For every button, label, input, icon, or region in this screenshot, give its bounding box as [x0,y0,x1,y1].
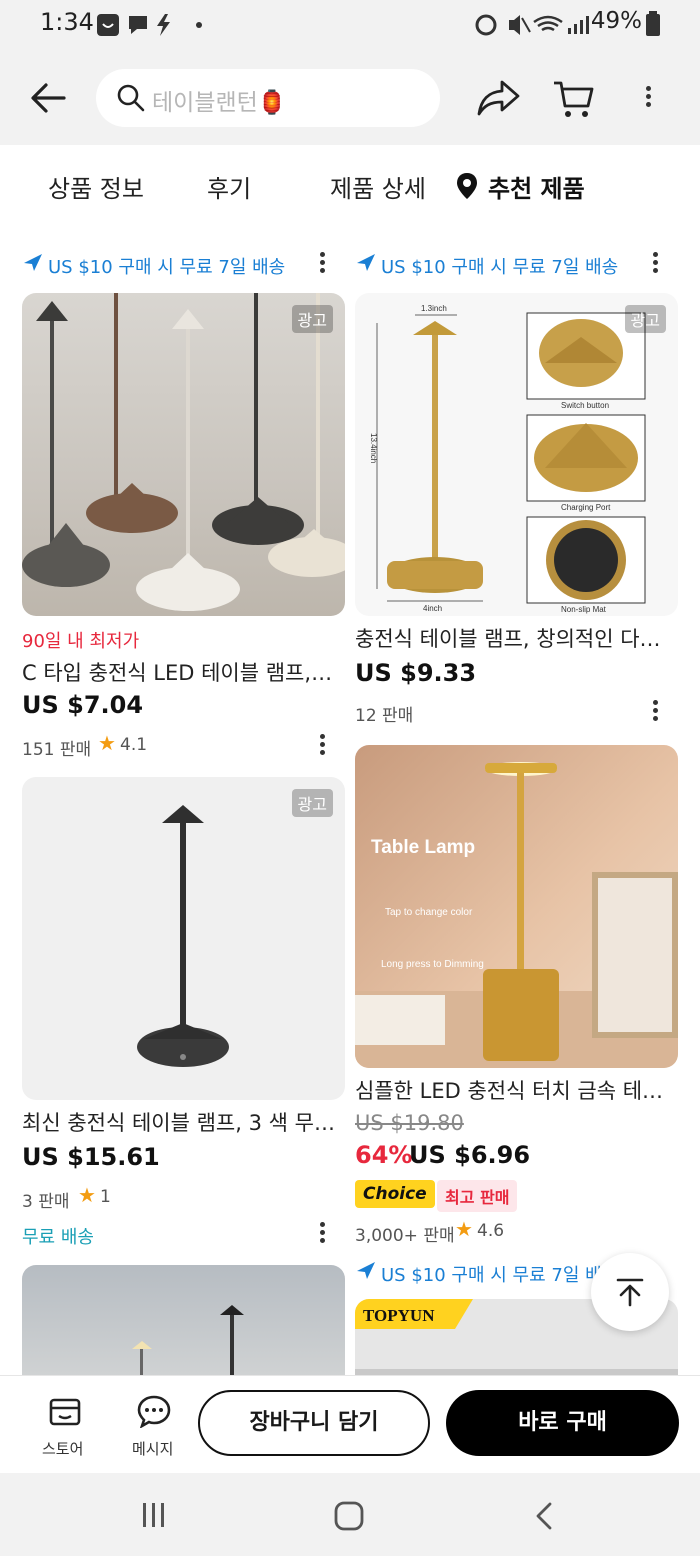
battery-percent: 49% [590,8,642,34]
more-icon[interactable] [645,249,665,277]
shipping-promo: US $10 구매 시 무료 7일 배송 [381,257,619,278]
product-image[interactable] [22,1265,345,1375]
rating: 4.1 [120,735,148,755]
rating: 1 [100,1187,111,1207]
plane-icon [357,1262,375,1279]
lamp-photo [132,1305,244,1375]
ad-label: 광고 [291,305,333,333]
star-icon: ★ [98,731,116,755]
sold-count: 3 판매 [22,1192,70,1212]
search-placeholder: 테이블랜턴🏮 [152,90,287,116]
dim-label-top: 1.3inch [421,304,447,313]
plane-icon [357,254,375,271]
product-image: 1.3inch 13.4inch 4inch Switch button Cha… [355,293,678,616]
product-title: 충전식 테이블 램프, 창의적인 다이닝 테이블 [355,627,671,651]
product-title: 심플한 LED 충전식 터치 금속 테이블 램프 [355,1079,671,1103]
image-caption-title: Table Lamp [371,837,475,858]
image-caption-press: Long press to Dimming [381,959,484,970]
tab-reviews[interactable]: 후기 [207,169,251,204]
shipping-promo: US $10 구매 시 무료 7일 배송 [48,257,286,278]
spec-label-mat: Non-slip Mat [561,605,607,614]
star-icon: ★ [78,1183,96,1207]
status-system-icons [475,14,589,36]
dim-label-height: 13.4inch [369,433,378,463]
recommended-feed: US $10 구매 시 무료 7일 배송 US $10 구매 시 무료 7일 배… [0,227,700,1375]
top-bar: 테이블랜턴🏮 [0,50,700,145]
buy-now-button[interactable]: 바로 구매 [446,1390,679,1456]
promo-label: 90일 내 최저가 [22,631,140,652]
add-to-cart-button[interactable]: 장바구니 담기 [198,1390,430,1456]
product-image: 광고 [22,777,345,1100]
home-icon[interactable] [334,1501,364,1531]
product-title: 최신 충전식 테이블 램프, 3 색 무단계 조광 [22,1111,338,1135]
product-price: US $15.61 [22,1143,160,1171]
system-nav-bar [0,1473,700,1556]
product-card[interactable]: 1.3inch 13.4inch 4inch Switch button Cha… [355,293,678,733]
spec-label-charging: Charging Port [561,503,611,512]
sold-count: 3,000+ 판매 [355,1226,455,1246]
battery-icon [646,11,660,36]
status-notification-icons [97,14,202,36]
rating: 4.6 [477,1221,505,1241]
cut-off-row-left [22,227,172,233]
choice-badge: Choice [355,1180,435,1208]
more-icon[interactable] [312,731,332,759]
search-bar[interactable]: 테이블랜턴🏮 [96,69,440,127]
dim-label-bottom: 4inch [423,604,442,613]
plane-icon [24,254,42,271]
message-label[interactable]: 메시지 [132,1438,173,1459]
product-price: US $7.04 [22,691,144,719]
back-arrow-icon[interactable] [28,80,68,116]
location-pin-icon [457,173,477,199]
tab-product-detail[interactable]: 제품 상세 [330,169,426,204]
message-icon[interactable] [136,1394,172,1428]
best-seller-badge: 최고 판매 [437,1180,518,1212]
product-title: C 타입 충전식 LED 테이블 램프, 투명 아크릴 [22,661,338,685]
system-back-icon[interactable] [532,1501,556,1531]
ad-label: 광고 [291,789,333,817]
cut-off-row-right [355,227,505,233]
spec-label-switch: Switch button [561,401,609,410]
cart-icon[interactable] [552,78,594,120]
bottom-action-bar: 스토어 메시지 장바구니 담기 바로 구매 [0,1375,700,1474]
sold-count: 12 판매 [355,706,414,726]
discount-percent: 64% [355,1141,413,1169]
lamp-photo: Table Lamp Tap to change color Long pres… [355,762,678,1068]
scroll-to-top-button[interactable] [591,1253,669,1331]
more-icon[interactable] [312,249,332,277]
free-shipping: 무료 배송 [22,1227,94,1248]
tab-recommended[interactable]: 추천 제품 [488,169,585,204]
image-caption-tap: Tap to change color [385,907,473,918]
more-options-icon[interactable] [638,83,658,111]
store-icon[interactable] [48,1394,82,1428]
tab-product-info[interactable]: 상품 정보 [48,169,144,204]
status-bar: 1:34 49% [0,0,700,50]
share-icon[interactable] [476,78,522,118]
brand-label: TOPYUN [363,1306,435,1325]
section-tabs: 상품 정보 후기 제품 상세 추천 제품 [0,145,700,228]
product-image: 광고 [22,293,345,616]
lamp-photo [22,293,345,611]
product-price: US $6.96 [409,1141,531,1169]
product-card[interactable]: 광고 90일 내 최저가 C 타입 충전식 LED 테이블 램프, 투명 아크릴… [22,293,345,763]
lamp-spec-photo: 1.3inch 13.4inch 4inch Switch button Cha… [369,304,646,614]
product-card[interactable]: 광고 최신 충전식 테이블 램프, 3 색 무단계 조광 US $15.61 3… [22,777,345,1248]
recent-apps-icon[interactable] [140,1501,168,1529]
arrow-up-icon [616,1278,644,1307]
sold-count: 151 판매 [22,740,92,760]
more-icon[interactable] [645,697,665,725]
more-icon[interactable] [312,1219,332,1247]
product-price: US $9.33 [355,659,477,687]
lamp-photo [137,805,229,1067]
shipping-promo: US $10 구매 시 무료 7일 배송 [381,1265,619,1286]
product-card[interactable]: Table Lamp Tap to change color Long pres… [355,745,678,1305]
product-image: Table Lamp Tap to change color Long pres… [355,745,678,1068]
search-icon [117,84,145,112]
store-label[interactable]: 스토어 [42,1438,83,1459]
star-icon: ★ [455,1217,473,1241]
ad-label: 광고 [624,305,666,333]
status-time: 1:34 [40,8,94,36]
original-price: US $19.80 [355,1111,464,1135]
